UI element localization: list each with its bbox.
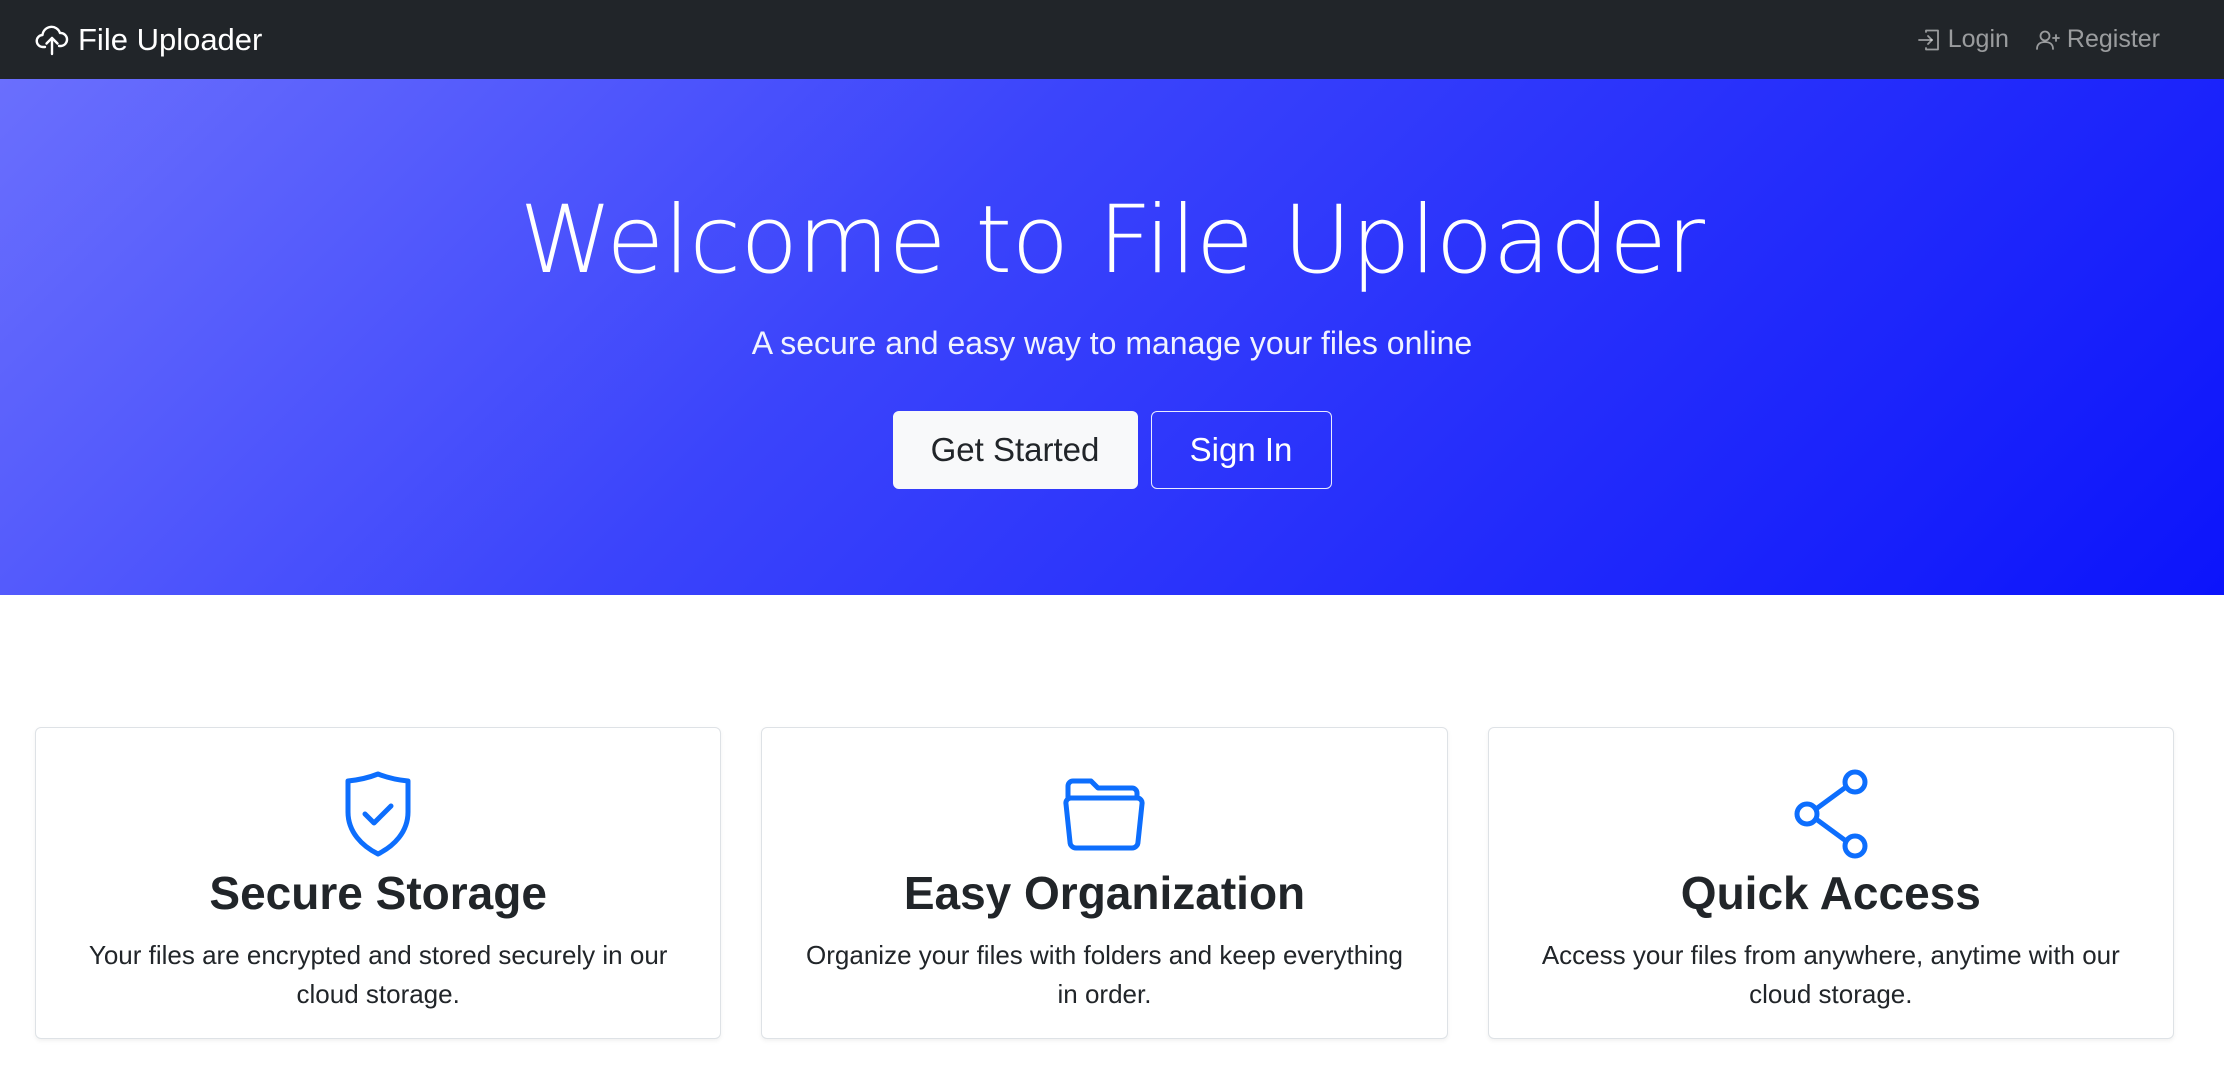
card-icon-wrapper <box>1489 768 2173 860</box>
share-icon <box>1794 769 1868 859</box>
brand-name: File Uploader <box>78 21 263 57</box>
cloud-upload-icon <box>35 25 69 55</box>
brand-link[interactable]: File Uploader <box>34 22 262 58</box>
feature-title: Easy Organization <box>903 867 1306 919</box>
feature-card-easy-organization: Easy Organization Organize your files wi… <box>761 727 1448 1039</box>
hero-buttons: Get Started Sign In <box>0 411 2224 489</box>
register-label: Register <box>2066 25 2160 53</box>
get-started-button[interactable]: Get Started <box>892 411 1138 489</box>
login-icon <box>1917 29 1939 50</box>
hero-title: Welcome to File Uploader <box>519 186 1705 295</box>
nav-links: Login Register <box>1916 25 2160 54</box>
hero-subtitle: A secure and easy way to manage your fil… <box>751 325 1473 361</box>
card-icon-wrapper <box>762 768 1446 860</box>
login-link[interactable]: Login <box>1916 25 2009 54</box>
sign-in-button[interactable]: Sign In <box>1150 411 1332 489</box>
hero-section: Welcome to File Uploader A secure and ea… <box>0 79 2224 595</box>
feature-text: Organize your files with folders and kee… <box>806 940 1403 1009</box>
login-label: Login <box>1947 25 2009 53</box>
feature-card-secure-storage: Secure Storage Your files are encrypted … <box>35 727 722 1039</box>
shield-check-icon <box>345 771 411 857</box>
feature-text: Your files are encrypted and stored secu… <box>88 940 668 1009</box>
feature-card-quick-access: Quick Access Access your files from anyw… <box>1487 727 2174 1039</box>
card-icon-wrapper <box>36 768 720 860</box>
folder-icon <box>1063 778 1146 851</box>
feature-title: Secure Storage <box>209 867 547 919</box>
person-plus-icon <box>2036 30 2060 50</box>
feature-title: Quick Access <box>1680 867 1981 919</box>
register-link[interactable]: Register <box>2035 25 2160 54</box>
features-section: Secure Storage Your files are encrypted … <box>35 727 2174 1039</box>
navbar: File Uploader Login Register <box>0 0 2224 79</box>
feature-text: Access your files from anywhere, anytime… <box>1541 940 2120 1009</box>
